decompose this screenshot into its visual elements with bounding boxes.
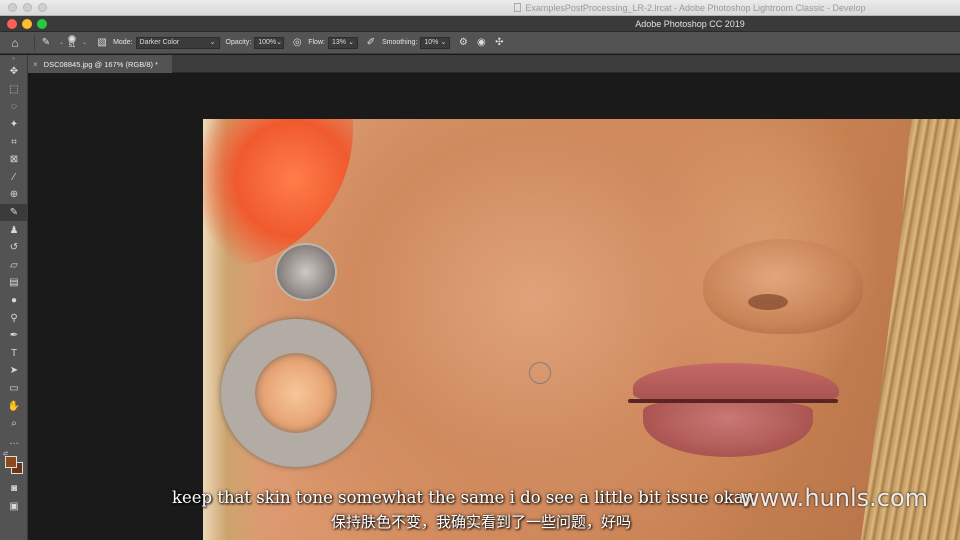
photo-image[interactable]: [203, 119, 960, 540]
zoom-tool-icon[interactable]: ⌕: [0, 415, 28, 433]
brush-cursor: [529, 362, 551, 384]
brush-size-picker[interactable]: 51: [68, 35, 77, 50]
watermark: www.hunls.com: [740, 484, 929, 512]
opacity-control: Opacity: 100% ⌄: [225, 36, 285, 49]
flow-control: Flow: 13% ⌄: [308, 36, 358, 49]
chevron-down-icon[interactable]: ⌄: [59, 39, 64, 46]
outer-window-title: ExamplesPostProcessing_LR-2.lrcat - Adob…: [0, 3, 960, 13]
gradient-tool-icon[interactable]: ▤: [0, 274, 28, 292]
brush-preset-icon[interactable]: ✎: [39, 36, 53, 50]
close-tab-icon[interactable]: ×: [33, 60, 38, 69]
symmetry-icon[interactable]: ✣: [492, 36, 506, 50]
divider: [34, 34, 35, 51]
gear-icon[interactable]: ⚙: [456, 36, 470, 50]
flow-input[interactable]: 13% ⌄: [327, 36, 358, 49]
brush-settings-panel-icon[interactable]: ▧: [95, 36, 109, 50]
options-bar: ⌂ ✎ ⌄ 51 ⌄ ▧ Mode: Darker Color ⌄ Opacity:…: [0, 32, 960, 54]
pen-tool-icon[interactable]: ✒: [0, 327, 28, 345]
frame-tool-icon[interactable]: ⊠: [0, 151, 28, 169]
document-icon: [514, 3, 522, 12]
color-swatches: ⇄: [0, 450, 28, 480]
app-titlebar: Adobe Photoshop CC 2019: [0, 16, 960, 32]
history-brush-tool-icon[interactable]: ↺: [0, 239, 28, 257]
outer-window-titlebar: ExamplesPostProcessing_LR-2.lrcat - Adob…: [0, 0, 960, 16]
earring-top: [275, 243, 337, 301]
smoothing-value: 10%: [424, 38, 439, 46]
mode-select[interactable]: Darker Color ⌄: [135, 36, 220, 49]
quick-selection-tool-icon[interactable]: ✦: [0, 116, 28, 134]
blur-tool-icon[interactable]: ●: [0, 292, 28, 310]
flow-label: Flow:: [308, 39, 325, 46]
document-tab-bar: × DSC08845.jpg @ 167% (RGB/8) *: [28, 55, 960, 73]
document-tab-label: DSC08845.jpg @ 167% (RGB/8) *: [43, 59, 159, 69]
path-selection-tool-icon[interactable]: ➤: [0, 362, 28, 380]
nose: [703, 239, 863, 334]
home-icon[interactable]: ⌂: [0, 36, 30, 50]
smoothing-input[interactable]: 10% ⌄: [420, 36, 451, 49]
hand-tool-icon[interactable]: ✋: [0, 397, 28, 415]
crop-tool-icon[interactable]: ⌗: [0, 133, 28, 151]
opacity-value: 100%: [258, 38, 277, 46]
mode-value: Darker Color: [139, 38, 180, 46]
earring-ring: [221, 319, 371, 467]
smoothing-control: Smoothing: 10% ⌄: [381, 36, 451, 49]
opacity-label: Opacity:: [225, 39, 252, 46]
subtitle-chinese: 保持肤色不变，我确实看到了一些问题，好吗: [330, 513, 631, 531]
ear: [203, 119, 353, 269]
move-tool-icon[interactable]: ✥: [0, 63, 28, 81]
marquee-tool-icon[interactable]: ⬚: [0, 81, 28, 99]
chevron-down-icon[interactable]: ⌄: [82, 39, 87, 46]
brush-tool-icon[interactable]: ✎: [0, 203, 28, 222]
upper-lip: [633, 363, 839, 403]
panel-grip-icon[interactable]: »: [0, 55, 27, 63]
clone-stamp-tool-icon[interactable]: ♟: [0, 221, 28, 239]
type-tool-icon[interactable]: T: [0, 345, 28, 363]
chevron-down-icon: ⌄: [209, 38, 216, 46]
pressure-size-icon[interactable]: ◉: [474, 36, 488, 50]
dodge-tool-icon[interactable]: ⚲: [0, 309, 28, 327]
chevron-down-icon: ⌄: [440, 38, 447, 46]
mode-control: Mode: Darker Color ⌄: [113, 36, 220, 49]
lower-lip: [643, 402, 813, 457]
document-tab[interactable]: × DSC08845.jpg @ 167% (RGB/8) *: [28, 55, 172, 73]
foreground-color-swatch[interactable]: [5, 456, 17, 469]
flow-value: 13%: [331, 38, 346, 46]
eyedropper-tool-icon[interactable]: ⁄: [0, 169, 28, 187]
app-title: Adobe Photoshop CC 2019: [635, 19, 745, 29]
document-canvas[interactable]: [28, 73, 960, 540]
healing-brush-tool-icon[interactable]: ⊕: [0, 186, 28, 204]
pressure-opacity-icon[interactable]: ◎: [290, 36, 304, 50]
hair-right: [861, 119, 960, 540]
tools-panel: » ✥ ⬚ ◌ ✦ ⌗ ⊠ ⁄ ⊕ ✎ ♟ ↺ ▱ ▤ ● ⚲ ✒ T ➤ ▭ …: [0, 55, 28, 540]
chevron-down-icon: ⌄: [348, 38, 354, 46]
lasso-tool-icon[interactable]: ◌: [0, 98, 28, 116]
brush-size-value: 51: [68, 43, 76, 49]
more-tools-icon[interactable]: …: [0, 432, 28, 450]
opacity-input[interactable]: 100% ⌄: [254, 36, 285, 49]
airbrush-icon[interactable]: ✐: [364, 36, 378, 50]
chevron-down-icon: ⌄: [276, 38, 282, 46]
rectangle-tool-icon[interactable]: ▭: [0, 380, 28, 398]
smoothing-label: Smoothing:: [381, 39, 418, 46]
mode-label: Mode:: [113, 39, 133, 46]
lip-line: [628, 399, 838, 403]
nostril: [748, 294, 788, 310]
outer-window-title-text: ExamplesPostProcessing_LR-2.lrcat - Adob…: [525, 3, 866, 13]
brush-tip-icon: [68, 35, 77, 43]
eraser-tool-icon[interactable]: ▱: [0, 257, 28, 275]
